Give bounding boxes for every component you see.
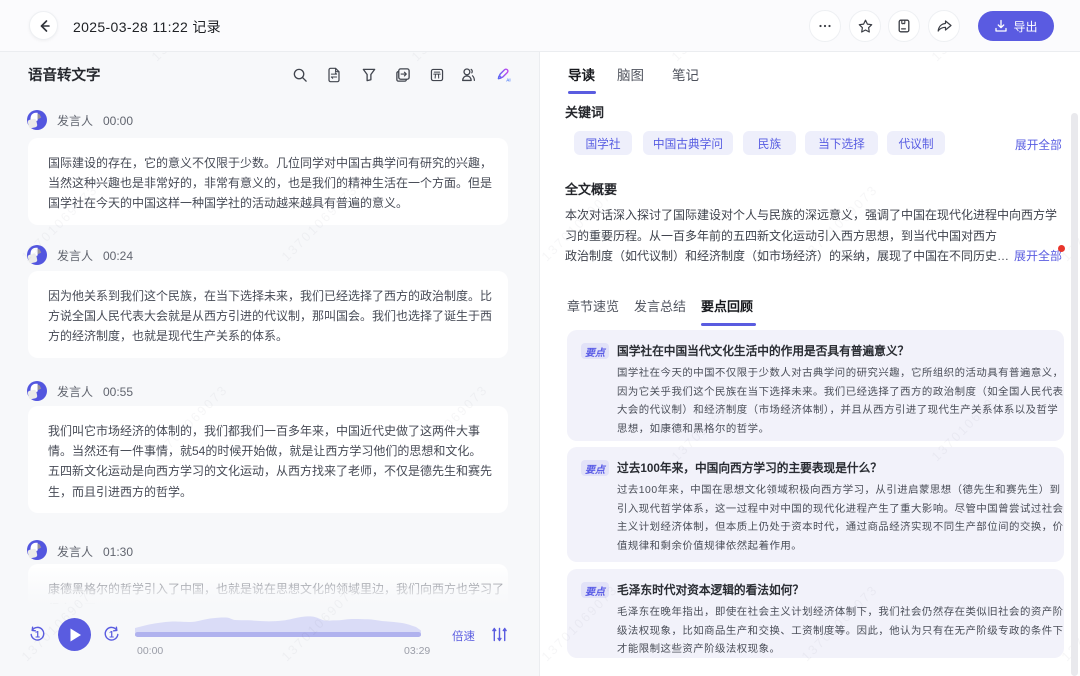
svg-text:1: 1 [35,630,40,640]
svg-text:1: 1 [109,630,114,640]
svg-text:AI: AI [506,77,510,82]
